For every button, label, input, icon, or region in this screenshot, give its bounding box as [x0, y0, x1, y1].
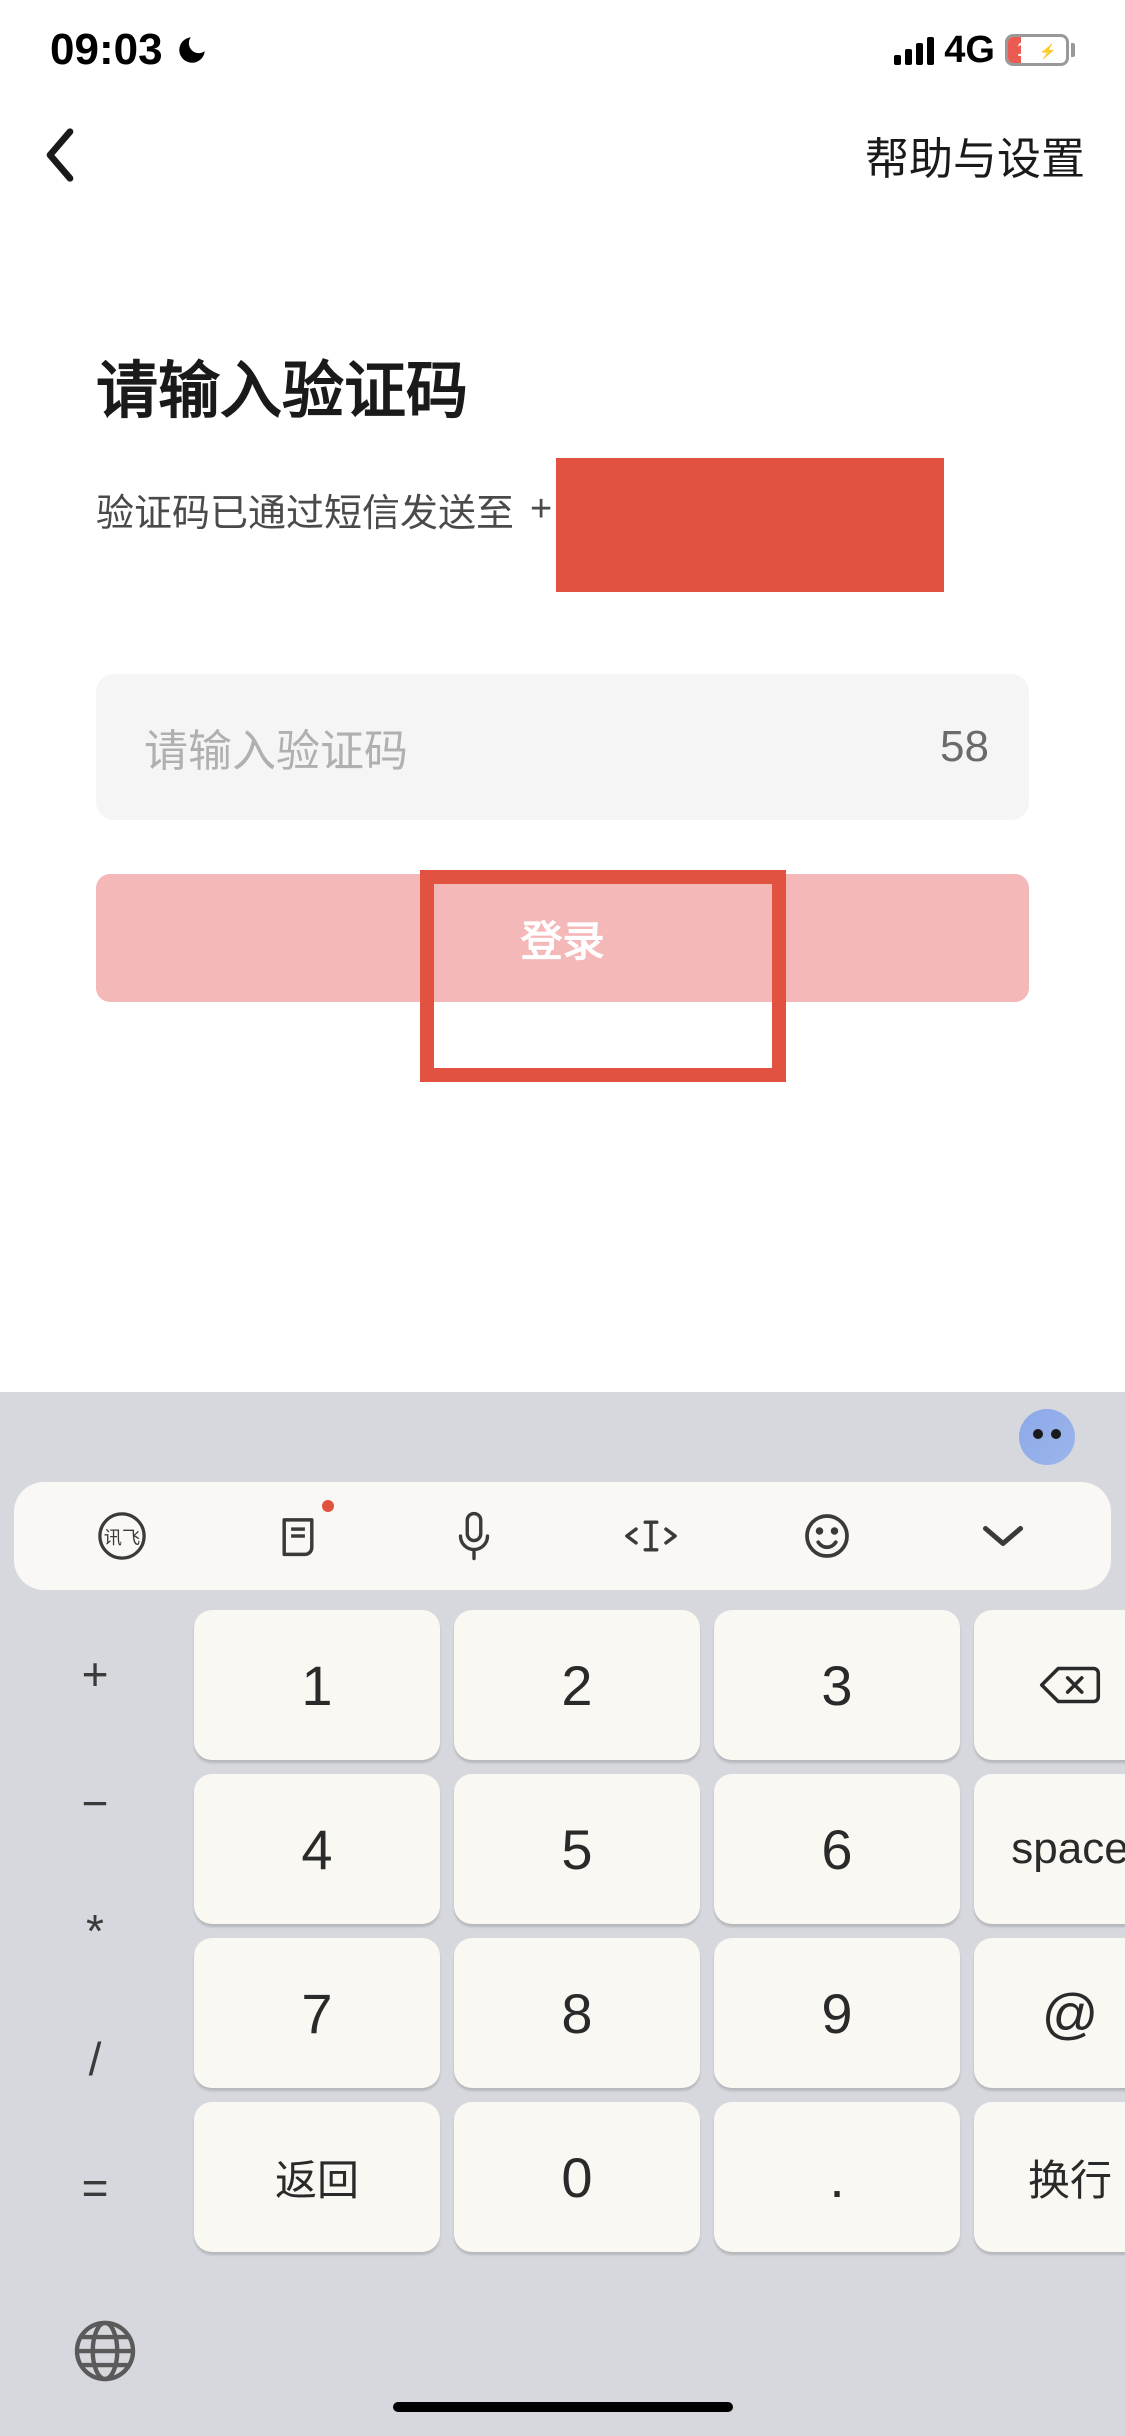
mic-icon[interactable] [444, 1506, 504, 1566]
key-space[interactable]: space [974, 1774, 1125, 1924]
status-bar: 09:03 4G 19⚡ [0, 0, 1125, 100]
backspace-icon [1037, 1661, 1103, 1709]
phone-prefix: + [530, 488, 552, 531]
battery-icon: 19⚡ [1005, 34, 1075, 66]
clipboard-icon[interactable] [268, 1506, 328, 1566]
key-sym-3[interactable]: / [10, 1995, 180, 2123]
login-button[interactable]: 登录 [96, 874, 1029, 1002]
keyboard-toolbar: 讯飞 [14, 1482, 1111, 1590]
key-sym-2[interactable]: * [10, 1867, 180, 1995]
collapse-keyboard-icon[interactable] [973, 1506, 1033, 1566]
annotation-highlight-box [420, 870, 786, 1082]
signal-icon [894, 35, 934, 65]
key-8[interactable]: 8 [454, 1938, 700, 2088]
subtitle-text: 验证码已通过短信发送至 [96, 482, 514, 537]
network-type: 4G [944, 29, 995, 72]
key-5[interactable]: 5 [454, 1774, 700, 1924]
key-4[interactable]: 4 [194, 1774, 440, 1924]
key-dot[interactable]: . [714, 2102, 960, 2252]
ime-logo-icon[interactable]: 讯飞 [92, 1506, 152, 1566]
status-time: 09:03 [50, 25, 163, 75]
cursor-move-icon[interactable] [621, 1506, 681, 1566]
globe-icon[interactable] [70, 2316, 140, 2386]
code-input[interactable]: 请输入验证码 58 [96, 674, 1029, 820]
key-7[interactable]: 7 [194, 1938, 440, 2088]
key-sym-0[interactable]: + [10, 1610, 180, 1738]
key-9[interactable]: 9 [714, 1938, 960, 2088]
back-button[interactable] [30, 125, 90, 185]
key-newline[interactable]: 换行 [974, 2102, 1125, 2252]
keyboard: 讯飞 + 1 2 3 − 4 5 6 space * 7 [0, 1392, 1125, 2436]
page-title: 请输入验证码 [96, 340, 1029, 430]
help-settings-link[interactable]: 帮助与设置 [865, 123, 1085, 187]
nav-bar: 帮助与设置 [0, 100, 1125, 210]
key-backspace[interactable] [974, 1610, 1125, 1760]
key-at[interactable]: @ [974, 1938, 1125, 2088]
phone-redacted-block [556, 458, 944, 592]
key-3[interactable]: 3 [714, 1610, 960, 1760]
emoji-icon[interactable] [797, 1506, 857, 1566]
code-placeholder: 请输入验证码 [144, 715, 408, 779]
symbol-column: +−*/= [10, 1610, 180, 2252]
resend-countdown: 58 [940, 722, 989, 772]
key-0[interactable]: 0 [454, 2102, 700, 2252]
key-sym-4[interactable]: = [10, 2124, 180, 2252]
key-sym-1[interactable]: − [10, 1738, 180, 1866]
key-return-mode[interactable]: 返回 [194, 2102, 440, 2252]
key-6[interactable]: 6 [714, 1774, 960, 1924]
moon-icon [175, 33, 209, 67]
assistant-avatar-icon[interactable] [1019, 1409, 1075, 1465]
key-1[interactable]: 1 [194, 1610, 440, 1760]
keyboard-bottom-bar [0, 2266, 1125, 2436]
svg-text:讯飞: 讯飞 [104, 1528, 140, 1548]
home-indicator[interactable] [393, 2402, 733, 2412]
key-2[interactable]: 2 [454, 1610, 700, 1760]
